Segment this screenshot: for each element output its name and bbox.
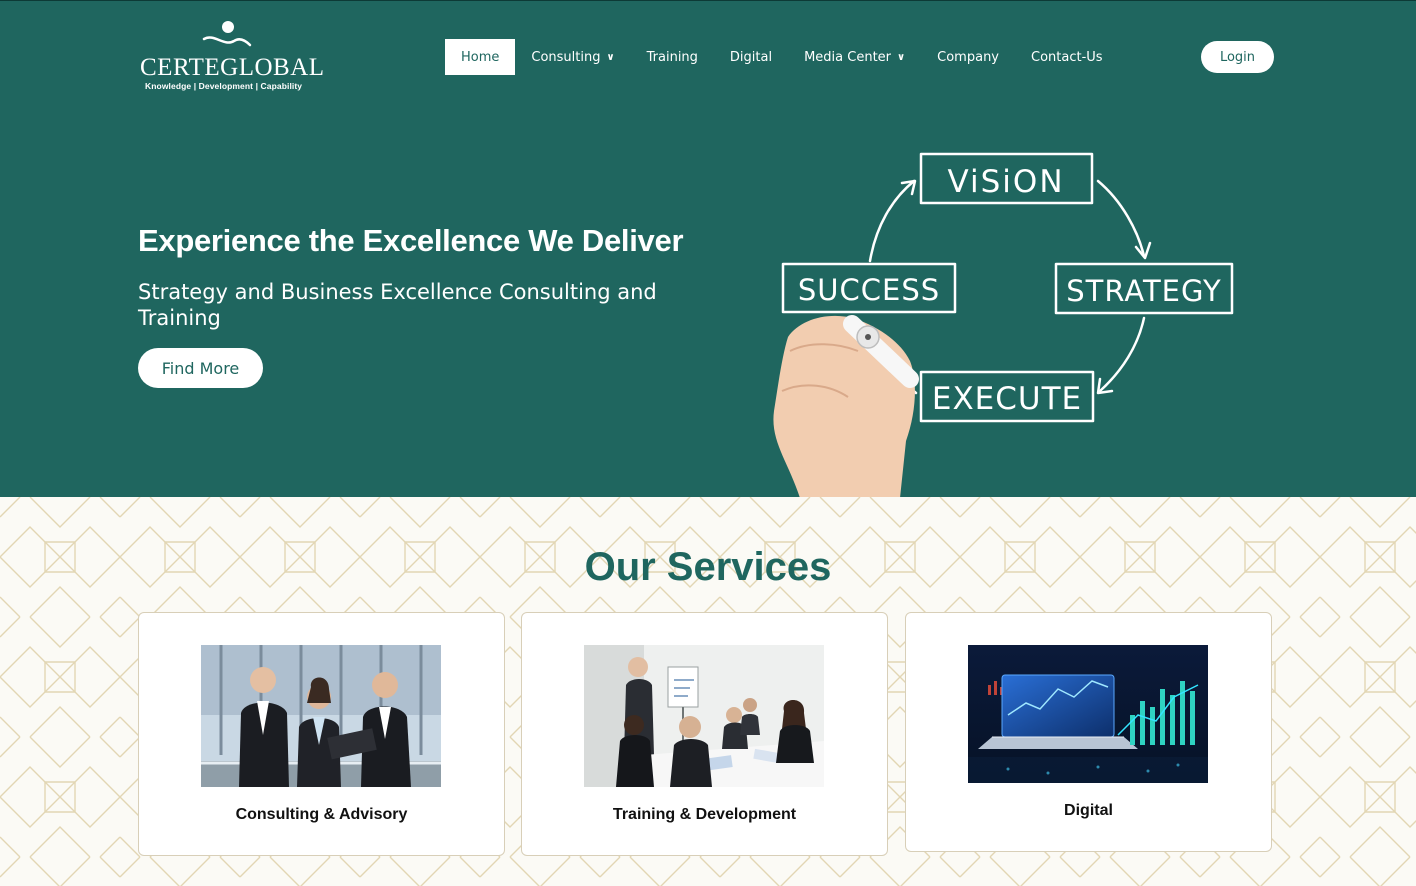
nav-contact-us[interactable]: Contact-Us <box>1015 39 1119 75</box>
site-logo[interactable]: CERTEGLOBAL Knowledge | Development | Ca… <box>140 19 325 95</box>
strategy-word: STRATEGY <box>1066 274 1221 308</box>
chevron-down-icon: ∨ <box>606 51 615 63</box>
find-more-button[interactable]: Find More <box>138 348 263 388</box>
service-card-training[interactable]: Training & Development <box>521 612 888 856</box>
nav-media-center-label: Media Center <box>804 49 892 65</box>
service-card-label: Consulting & Advisory <box>235 806 408 823</box>
nav-training[interactable]: Training <box>631 39 714 75</box>
digital-laptop-chart-photo <box>968 645 1208 783</box>
vision-word: ViSiON <box>947 164 1064 200</box>
logo-mark-icon <box>202 21 252 47</box>
nav-training-label: Training <box>646 49 698 65</box>
services-title: Our Services <box>584 545 832 589</box>
nav-home[interactable]: Home <box>445 39 516 75</box>
main-nav: Home Consulting ∨ Training Digital Media… <box>445 39 1119 75</box>
service-card-consulting[interactable]: Consulting & Advisory <box>138 612 505 856</box>
nav-media-center[interactable]: Media Center ∨ <box>788 39 921 75</box>
hero-title: Experience the Excellence We Deliver <box>138 223 684 258</box>
nav-contact-us-label: Contact-Us <box>1031 49 1103 65</box>
nav-home-label: Home <box>461 49 500 65</box>
logo-tagline: Knowledge | Development | Capability <box>145 81 303 91</box>
strategy-cycle-illustration: ViSiON STRATEGY EXECUTE SUCCESS <box>773 152 1234 498</box>
chevron-down-icon: ∨ <box>897 51 906 63</box>
arrow-vision-strategy <box>1096 179 1146 258</box>
nav-digital-label: Digital <box>729 49 773 65</box>
services-section: Our Services Consulting & Advisory Train… <box>0 497 1416 886</box>
nav-consulting-label: Consulting <box>531 49 601 65</box>
hand-with-marker-icon <box>773 315 919 498</box>
business-team-photo <box>201 645 441 787</box>
nav-company-label: Company <box>937 49 1000 65</box>
meeting-room-photo <box>584 645 824 787</box>
login-button[interactable]: Login <box>1201 41 1274 73</box>
hero-subtitle: Strategy and Business Excellence Consult… <box>138 280 657 330</box>
hero-section: CERTEGLOBAL Knowledge | Development | Ca… <box>0 0 1416 498</box>
service-card-label: Training & Development <box>612 806 797 823</box>
success-word: SUCCESS <box>798 273 940 307</box>
execute-word: EXECUTE <box>932 381 1082 417</box>
service-card-digital[interactable]: Digital <box>905 612 1272 852</box>
nav-digital[interactable]: Digital <box>714 39 788 75</box>
nav-company[interactable]: Company <box>921 39 1015 75</box>
service-card-label: Digital <box>1064 802 1113 819</box>
logo-brand: CERTEGLOBAL <box>140 54 325 81</box>
nav-consulting[interactable]: Consulting ∨ <box>515 39 630 75</box>
